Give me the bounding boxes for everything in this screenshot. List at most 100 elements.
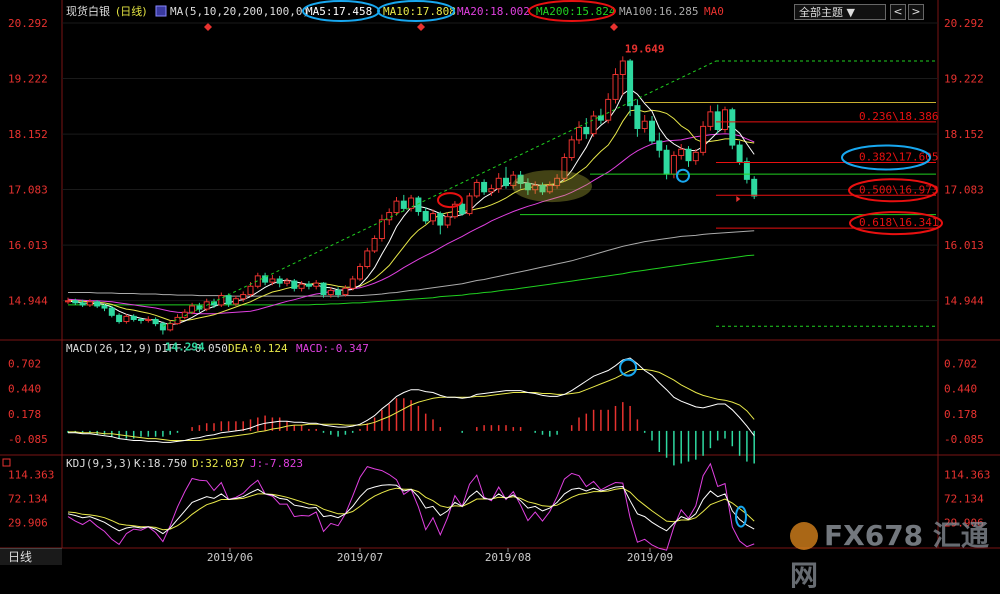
x-tick-label: 2019/09 <box>627 551 673 564</box>
candle-body <box>692 151 699 162</box>
ma100-value: MA100:16.285 <box>619 5 698 18</box>
candle-body <box>743 161 750 180</box>
candle-body <box>722 109 728 131</box>
candle-body <box>189 305 196 313</box>
candle-body <box>729 109 736 146</box>
candle-body <box>240 294 247 300</box>
indicator-icon[interactable] <box>155 5 167 17</box>
macd-tick-right: 0.702 <box>944 358 977 371</box>
annot-blue-circle <box>676 168 690 183</box>
kdj-tick-left: 29.906 <box>8 516 48 529</box>
candle-body <box>576 126 582 141</box>
candle-body <box>641 120 648 129</box>
high-label: 19.649 <box>625 42 665 55</box>
candle-body <box>276 278 283 284</box>
candles <box>65 56 758 335</box>
candle-body <box>371 238 378 252</box>
macd-tick-right: 0.440 <box>944 383 977 396</box>
chart-canvas: 现货白银 (日线) MA(5,10,20,200,100,0) MA5:17.4… <box>0 0 1000 564</box>
candle-body <box>225 295 232 305</box>
candle-body <box>130 315 137 320</box>
x-tick-label: 2019/07 <box>337 551 383 564</box>
low-label: 14.294 <box>165 341 205 354</box>
candle-body <box>488 188 495 193</box>
candle-body <box>320 282 327 296</box>
event-marker-diamond[interactable] <box>417 23 425 31</box>
candle-body <box>116 314 123 323</box>
kdj-label: KDJ(9,3,3) <box>66 457 132 470</box>
candle-body <box>364 250 371 268</box>
candle-body <box>495 177 502 190</box>
ma-params: MA(5,10,20,200,100,0) <box>170 5 309 18</box>
kdj-close-icon[interactable] <box>2 458 11 467</box>
candle-body <box>232 298 239 305</box>
candle-body <box>393 200 400 214</box>
fib-label: 0.236\18.386 <box>859 110 938 123</box>
nav-next-button[interactable]: > <box>908 4 924 20</box>
y-tick-label-right: 16.013 <box>944 239 984 252</box>
chart-stage: 现货白银 (日线) MA(5,10,20,200,100,0) MA5:17.4… <box>0 0 1000 592</box>
axes: 20.292 20.292 19.222 19.222 18.152 18.152 17.0… <box>8 17 984 564</box>
ma20-line <box>67 133 755 315</box>
kdj-d: D:32.037 <box>192 457 245 470</box>
candle-body <box>685 148 692 162</box>
candle-body <box>247 285 254 296</box>
kdj-tick-left: 114.363 <box>8 468 54 481</box>
candle-body <box>707 111 714 127</box>
ma5-value: MA5:17.458 <box>306 5 372 18</box>
candle-body <box>700 125 707 153</box>
candle-body <box>627 60 634 107</box>
fib-label: 0.500\16.973 <box>859 183 938 196</box>
period-tag: (日线) <box>116 4 147 18</box>
macd-tick-right: -0.085 <box>944 433 984 446</box>
y-tick-label-right: 17.083 <box>944 184 984 197</box>
watermark-text: FX678 <box>824 519 924 552</box>
candle-body <box>159 323 166 331</box>
candle-body <box>298 283 305 289</box>
event-markers <box>204 23 618 31</box>
period-selector[interactable]: 日线 <box>0 548 62 565</box>
main-legend: 现货白银 (日线) MA(5,10,20,200,100,0) MA5:17.4… <box>66 0 724 22</box>
k-line <box>67 484 755 535</box>
event-marker-diamond[interactable] <box>610 23 618 31</box>
j-line <box>67 462 755 551</box>
annotations: 0.236\18.3860.382\17.6050.500\16.9730.61… <box>162 42 943 354</box>
candle-body <box>466 195 473 215</box>
nav-prev-button[interactable]: < <box>890 4 906 20</box>
kdj-j: J:-7.823 <box>250 457 303 470</box>
candle-body <box>415 197 422 213</box>
candle-body <box>751 178 758 197</box>
candle-body <box>108 307 115 316</box>
candle-body <box>86 301 93 306</box>
candle-body <box>269 278 276 283</box>
theme-dropdown[interactable]: 全部主题 ▼ <box>794 4 886 20</box>
candle-body <box>138 318 144 322</box>
y-tick-label-right: 14.944 <box>944 295 984 308</box>
candle-body <box>736 144 743 163</box>
watermark: FX678 汇通网 <box>790 514 1000 594</box>
macd-dea: DEA:0.124 <box>228 342 288 355</box>
candle-body <box>349 278 356 289</box>
candle-body <box>605 98 612 121</box>
candle-body <box>65 300 71 303</box>
y-tick-label-left: 18.152 <box>8 128 48 141</box>
event-marker-diamond[interactable] <box>204 23 212 31</box>
candle-body <box>656 140 663 151</box>
fib-label: 0.618\16.341 <box>859 216 938 229</box>
macd-panel: 0.702 0.702 0.440 0.440 0.178 0.178 -0.085 -0.0… <box>8 357 984 466</box>
kdj-tick-right: 114.363 <box>944 468 990 481</box>
ma0-value: MA0 <box>704 5 724 18</box>
candle-body <box>670 154 677 175</box>
candle-body <box>473 181 480 197</box>
ma200-line <box>68 254 755 306</box>
candle-body <box>568 139 575 159</box>
macd-tick-left: 0.702 <box>8 358 41 371</box>
candle-body <box>649 120 655 142</box>
candle-body <box>430 213 436 222</box>
candle-body <box>714 111 721 131</box>
candle-body <box>313 282 320 287</box>
consolidation-highlight <box>512 170 592 203</box>
candle-body <box>590 115 597 135</box>
macd-tick-left: 0.178 <box>8 408 41 421</box>
ma10-line <box>67 109 755 322</box>
